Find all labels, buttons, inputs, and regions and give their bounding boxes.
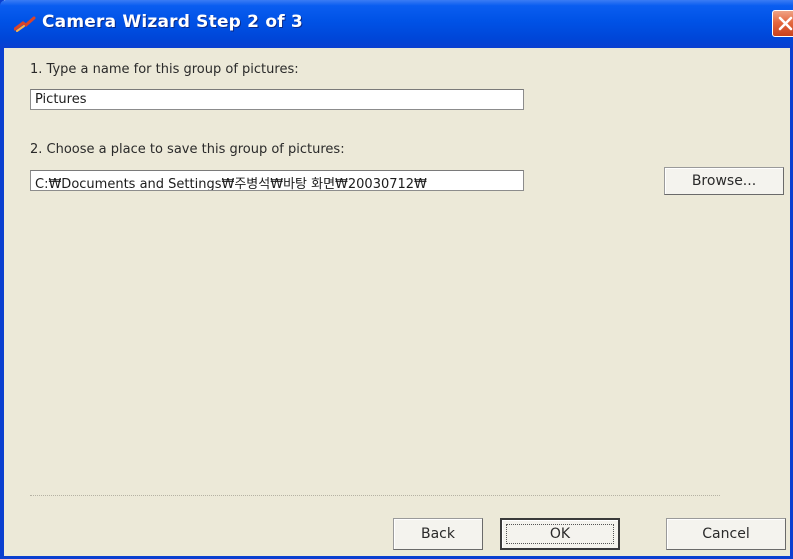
camera-wizard-icon <box>14 16 36 32</box>
browse-button[interactable]: Browse... <box>664 167 784 195</box>
ok-button[interactable]: OK <box>500 518 620 550</box>
cancel-button-label: Cancel <box>702 526 750 542</box>
save-location-label: 2. Choose a place to save this group of … <box>30 142 345 157</box>
window-title: Camera Wizard Step 2 of 3 <box>42 12 303 32</box>
back-button[interactable]: Back <box>393 518 483 550</box>
camera-wizard-window: Camera Wizard Step 2 of 3 1. Type a name… <box>0 0 793 559</box>
title-bar[interactable]: Camera Wizard Step 2 of 3 <box>0 0 793 48</box>
save-location-input[interactable]: C:₩Documents and Settings₩주병석₩바탕 화면₩2003… <box>30 170 524 191</box>
close-icon <box>778 16 793 31</box>
back-button-label: Back <box>421 526 455 542</box>
browse-button-label: Browse... <box>691 173 757 189</box>
close-button[interactable] <box>772 10 793 37</box>
separator <box>30 495 720 496</box>
cancel-button[interactable]: Cancel <box>666 518 786 550</box>
name-label: 1. Type a name for this group of picture… <box>30 62 299 77</box>
ok-button-label: OK <box>549 526 571 542</box>
group-name-input[interactable]: Pictures <box>30 89 524 110</box>
